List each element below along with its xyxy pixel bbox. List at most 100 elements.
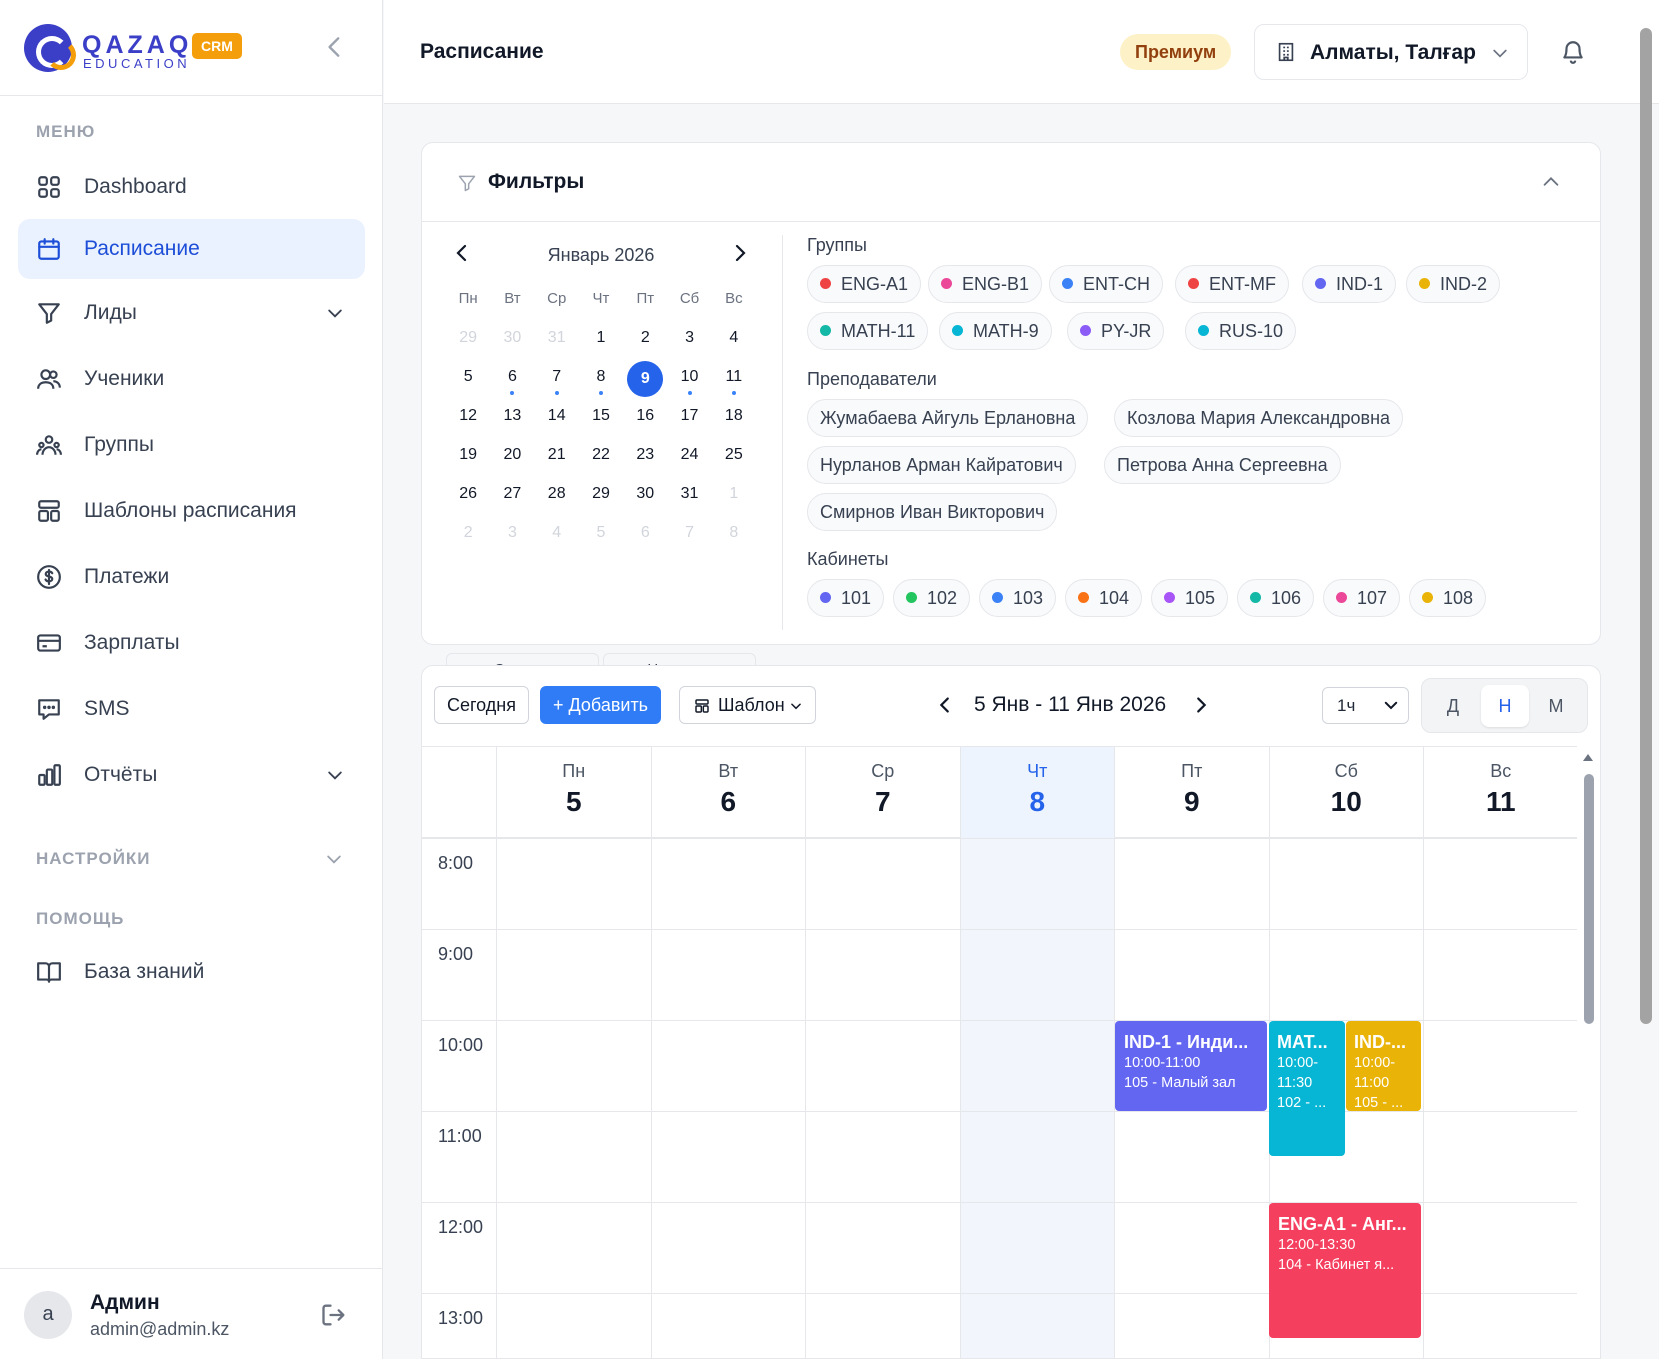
logout-icon[interactable] <box>320 1301 348 1329</box>
scroll-thumb[interactable] <box>1584 774 1594 1024</box>
event-card[interactable]: ENG-A1 - Анг... 12:00-13:30 104 - Кабине… <box>1269 1203 1421 1338</box>
calendar-day[interactable]: 19 <box>446 439 490 478</box>
add-event-button[interactable]: + Добавить <box>540 686 662 724</box>
teacher-chip[interactable]: Жумабаева Айгуль Ерлановна <box>807 399 1089 437</box>
calendar-day[interactable]: 13 <box>490 400 534 439</box>
chevron-down-icon[interactable] <box>324 849 344 869</box>
day-header-sat[interactable]: Сб 10 <box>1268 747 1424 838</box>
day-header-fri[interactable]: Пт 9 <box>1114 747 1269 838</box>
view-day-button[interactable]: Д <box>1429 685 1477 727</box>
calendar-day[interactable]: 6 <box>490 361 534 400</box>
room-chip[interactable]: 104 <box>1065 579 1143 617</box>
calendar-day[interactable]: 20 <box>490 439 534 478</box>
settings-section-label[interactable]: НАСТРОЙКИ <box>36 849 151 869</box>
calendar-day[interactable]: 21 <box>535 439 579 478</box>
sidebar-item-sms[interactable]: SMS <box>18 679 365 739</box>
group-chip[interactable]: IND-2 <box>1406 265 1501 303</box>
calendar-day[interactable]: 29 <box>579 478 623 517</box>
teacher-chip[interactable]: Петрова Анна Сергеевна <box>1104 446 1341 484</box>
group-chip[interactable]: ENT-MF <box>1175 265 1289 303</box>
calendar-day[interactable]: 1 <box>712 478 756 517</box>
calendar-day[interactable]: 28 <box>535 478 579 517</box>
group-chip[interactable]: MATH-9 <box>939 312 1052 350</box>
view-week-button[interactable]: Н <box>1481 685 1529 727</box>
room-chip[interactable]: 107 <box>1323 579 1401 617</box>
calendar-day[interactable]: 1 <box>579 322 623 361</box>
avatar[interactable]: a <box>24 1291 72 1339</box>
room-chip[interactable]: 103 <box>979 579 1057 617</box>
calendar-day[interactable]: 7 <box>667 517 711 556</box>
day-header-sun[interactable]: Вс 11 <box>1423 747 1578 838</box>
event-card[interactable]: MAT... 10:00- 11:30 102 - ... <box>1269 1021 1345 1156</box>
calendar-day[interactable]: 15 <box>579 400 623 439</box>
filters-header[interactable]: Фильтры <box>422 143 1600 222</box>
calendar-day[interactable]: 26 <box>446 478 490 517</box>
template-button[interactable]: Шаблон <box>679 686 816 724</box>
calendar-day[interactable]: 31 <box>535 322 579 361</box>
teacher-chip[interactable]: Козлова Мария Александровна <box>1114 399 1404 437</box>
calendar-day[interactable]: 4 <box>712 322 756 361</box>
group-chip[interactable]: IND-1 <box>1302 265 1397 303</box>
sidebar-item-reports[interactable]: Отчёты <box>18 745 365 805</box>
room-chip[interactable]: 105 <box>1151 579 1229 617</box>
calendar-day[interactable]: 3 <box>490 517 534 556</box>
room-chip[interactable]: 101 <box>807 579 885 617</box>
chevron-down-icon[interactable] <box>325 303 345 323</box>
chevron-up-icon[interactable] <box>1540 171 1562 193</box>
sidebar-item-students[interactable]: Ученики <box>18 349 365 409</box>
calendar-day[interactable]: 18 <box>712 400 756 439</box>
calendar-day[interactable]: 31 <box>667 478 711 517</box>
event-card[interactable]: IND-1 - Инди... 10:00-11:00 105 - Малый … <box>1115 1021 1267 1111</box>
page-scrollbar[interactable] <box>1640 28 1652 1024</box>
group-chip[interactable]: ENT-CH <box>1049 265 1163 303</box>
calendar-day[interactable]: 30 <box>623 478 667 517</box>
calendar-day[interactable]: 8 <box>579 361 623 400</box>
day-header-wed[interactable]: Ср 7 <box>805 747 960 838</box>
calendar-day[interactable]: 14 <box>535 400 579 439</box>
chevron-down-icon[interactable] <box>325 765 345 785</box>
calendar-day[interactable]: 8 <box>712 517 756 556</box>
calendar-day[interactable]: 25 <box>712 439 756 478</box>
prev-week-icon[interactable] <box>934 694 956 716</box>
calendar-day[interactable]: 7 <box>535 361 579 400</box>
next-week-icon[interactable] <box>1190 694 1212 716</box>
collapse-sidebar-icon[interactable] <box>322 34 348 60</box>
sidebar-item-templates[interactable]: Шаблоны расписания <box>18 481 365 541</box>
sidebar-item-leads[interactable]: Лиды <box>18 283 365 343</box>
today-button[interactable]: Сегодня <box>434 686 529 724</box>
room-chip[interactable]: 108 <box>1409 579 1487 617</box>
group-chip[interactable]: ENG-A1 <box>807 265 922 303</box>
branch-select[interactable]: Алматы, Талғар <box>1254 24 1528 80</box>
calendar-day[interactable]: 11 <box>712 361 756 400</box>
calendar-day[interactable]: 17 <box>667 400 711 439</box>
teacher-chip[interactable]: Смирнов Иван Викторович <box>807 493 1058 531</box>
day-header-mon[interactable]: Пн 5 <box>496 747 651 838</box>
calendar-day[interactable]: 4 <box>535 517 579 556</box>
day-header-thu[interactable]: Чт 8 <box>959 747 1114 838</box>
calendar-day[interactable]: 2 <box>446 517 490 556</box>
time-grid[interactable]: 8:00 9:00 10:00 11:00 12:00 13:00 IND-1 … <box>422 839 1577 1358</box>
view-month-button[interactable]: М <box>1532 685 1580 727</box>
premium-badge[interactable]: Премиум <box>1120 34 1232 70</box>
group-chip[interactable]: MATH-11 <box>807 312 929 350</box>
calendar-day[interactable]: 16 <box>623 400 667 439</box>
calendar-day[interactable]: 12 <box>446 400 490 439</box>
calendar-day[interactable]: 22 <box>579 439 623 478</box>
calendar-day-selected[interactable]: 9 <box>623 361 667 400</box>
calendar-day[interactable]: 29 <box>446 322 490 361</box>
calendar-day[interactable]: 24 <box>667 439 711 478</box>
group-chip[interactable]: RUS-10 <box>1185 312 1297 350</box>
calendar-day[interactable]: 10 <box>667 361 711 400</box>
sidebar-item-schedule[interactable]: Расписание <box>18 219 365 279</box>
calendar-day[interactable]: 2 <box>623 322 667 361</box>
event-card[interactable]: IND-... 10:00- 11:00 105 - ... <box>1346 1021 1421 1111</box>
calendar-day[interactable]: 27 <box>490 478 534 517</box>
sidebar-item-groups[interactable]: Группы <box>18 415 365 475</box>
room-chip[interactable]: 102 <box>893 579 971 617</box>
sidebar-item-dashboard[interactable]: Dashboard <box>18 157 365 217</box>
calendar-day[interactable]: 5 <box>446 361 490 400</box>
sidebar-item-salaries[interactable]: Зарплаты <box>18 613 365 673</box>
calendar-day[interactable]: 30 <box>490 322 534 361</box>
calendar-day[interactable]: 3 <box>667 322 711 361</box>
sidebar-item-knowledge-base[interactable]: База знаний <box>18 942 365 1002</box>
